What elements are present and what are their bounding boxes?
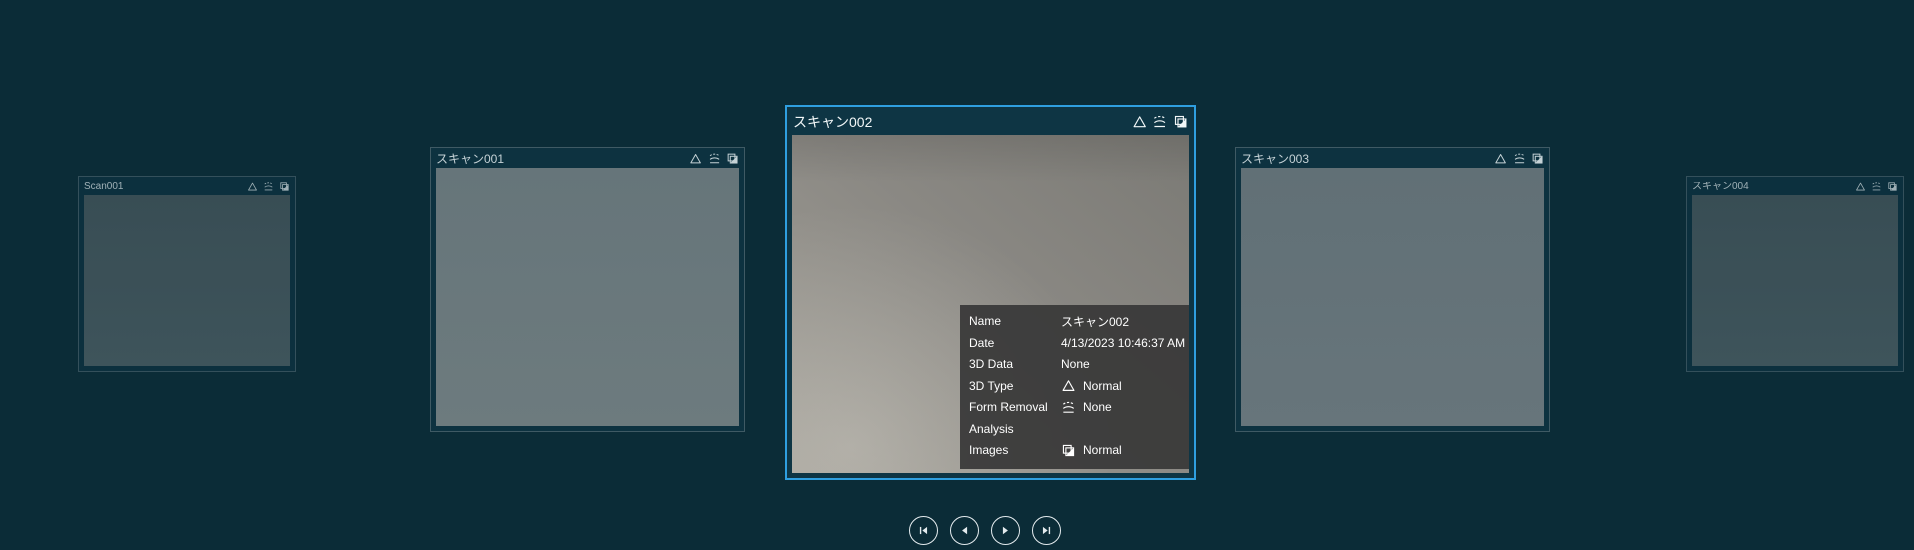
scan-thumbnail bbox=[1241, 168, 1544, 426]
info-value-text: None bbox=[1061, 357, 1090, 372]
form-removal-icon bbox=[1152, 114, 1167, 129]
info-value-text: 4/13/2023 10:46:37 AM bbox=[1061, 335, 1186, 350]
info-label: Analysis bbox=[969, 421, 1014, 436]
info-row-form-removal: Form Removal None bbox=[969, 397, 1180, 419]
images-icon bbox=[279, 181, 290, 192]
previous-icon bbox=[958, 524, 971, 537]
info-value: None bbox=[1061, 357, 1090, 371]
info-row-images: Images Normal bbox=[969, 440, 1180, 462]
form-removal-icon bbox=[1513, 152, 1526, 165]
card-header: Scan001 bbox=[84, 181, 290, 192]
scan-thumbnail bbox=[84, 195, 290, 366]
card-status-icons bbox=[247, 181, 290, 192]
form-removal-icon bbox=[1871, 181, 1882, 192]
card-status-icons bbox=[1132, 114, 1188, 129]
next-button[interactable] bbox=[991, 516, 1020, 545]
info-label: Images bbox=[969, 443, 1009, 458]
scan-card-scan002-selected[interactable]: スキャン002 Name スキャン002 Date 4/13/2023 10:4… bbox=[785, 105, 1196, 480]
scan-card-scan003[interactable]: スキャン003 bbox=[1235, 147, 1550, 432]
3d-type-triangle-icon bbox=[247, 181, 258, 192]
info-value: スキャン002 bbox=[1061, 313, 1129, 330]
3d-type-triangle-icon bbox=[1132, 114, 1147, 129]
info-value-text: Normal bbox=[1083, 443, 1122, 458]
info-label: Form Removal bbox=[969, 400, 1048, 415]
images-icon bbox=[1061, 443, 1076, 458]
card-title: Scan001 bbox=[84, 181, 124, 192]
card-status-icons bbox=[689, 152, 739, 165]
scan-gallery-screen: { "colors": { "background": "#0b2c37", "… bbox=[0, 0, 1914, 550]
card-title: スキャン003 bbox=[1241, 152, 1310, 165]
card-header: スキャン003 bbox=[1241, 152, 1544, 165]
scan-card-scan001-jp[interactable]: スキャン001 bbox=[430, 147, 745, 432]
images-icon bbox=[1531, 152, 1544, 165]
info-value-text: None bbox=[1083, 400, 1112, 415]
skip-last-button[interactable] bbox=[1032, 516, 1061, 545]
card-header: スキャン002 bbox=[793, 114, 1188, 129]
images-icon bbox=[1173, 114, 1188, 129]
scan-card-scan001[interactable]: Scan001 bbox=[78, 176, 296, 372]
form-removal-icon bbox=[708, 152, 721, 165]
card-status-icons bbox=[1494, 152, 1544, 165]
next-icon bbox=[999, 524, 1012, 537]
info-label: Name bbox=[969, 314, 1002, 329]
info-row-date: Date 4/13/2023 10:46:37 AM bbox=[969, 332, 1185, 354]
info-row-3d-data: 3D Data None bbox=[969, 354, 1180, 376]
skip-first-icon bbox=[917, 524, 930, 537]
triangle-icon bbox=[1061, 378, 1076, 393]
card-header: スキャン001 bbox=[436, 152, 739, 165]
info-label: 3D Data bbox=[969, 357, 1014, 372]
scan-thumbnail bbox=[436, 168, 739, 426]
skip-last-icon bbox=[1040, 524, 1053, 537]
scan-info-panel: Name スキャン002 Date 4/13/2023 10:46:37 AM … bbox=[960, 304, 1189, 469]
images-icon bbox=[726, 152, 739, 165]
info-row-3d-type: 3D Type Normal bbox=[969, 375, 1180, 397]
card-title: スキャン001 bbox=[436, 152, 505, 165]
card-status-icons bbox=[1855, 181, 1898, 192]
info-value-text: スキャン002 bbox=[1061, 314, 1130, 329]
card-title: スキャン002 bbox=[793, 114, 873, 129]
images-icon bbox=[1887, 181, 1898, 192]
scan-thumbnail bbox=[1692, 195, 1898, 366]
scan-carousel: Scan001 スキャン001 スキャン002 Name スキャン002 Dat… bbox=[0, 0, 1914, 550]
card-title: スキャン004 bbox=[1692, 181, 1749, 192]
info-value: 4/13/2023 10:46:37 AM bbox=[1061, 336, 1185, 350]
scan-card-scan004[interactable]: スキャン004 bbox=[1686, 176, 1904, 372]
info-row-analysis: Analysis bbox=[969, 418, 1180, 440]
previous-button[interactable] bbox=[950, 516, 979, 545]
info-row-name: Name スキャン002 bbox=[969, 311, 1180, 333]
info-value: None bbox=[1061, 400, 1112, 415]
3d-type-triangle-icon bbox=[1855, 181, 1866, 192]
3d-type-triangle-icon bbox=[1494, 152, 1507, 165]
info-label: Date bbox=[969, 335, 995, 350]
info-label: 3D Type bbox=[969, 378, 1014, 393]
form-removal-icon bbox=[263, 181, 274, 192]
form-removal-icon bbox=[1061, 400, 1076, 415]
skip-first-button[interactable] bbox=[909, 516, 938, 545]
3d-type-triangle-icon bbox=[689, 152, 702, 165]
card-header: スキャン004 bbox=[1692, 181, 1898, 192]
info-value: Normal bbox=[1061, 378, 1122, 393]
info-value-text: Normal bbox=[1083, 378, 1122, 393]
carousel-nav bbox=[909, 516, 1061, 545]
info-value: Normal bbox=[1061, 443, 1122, 458]
